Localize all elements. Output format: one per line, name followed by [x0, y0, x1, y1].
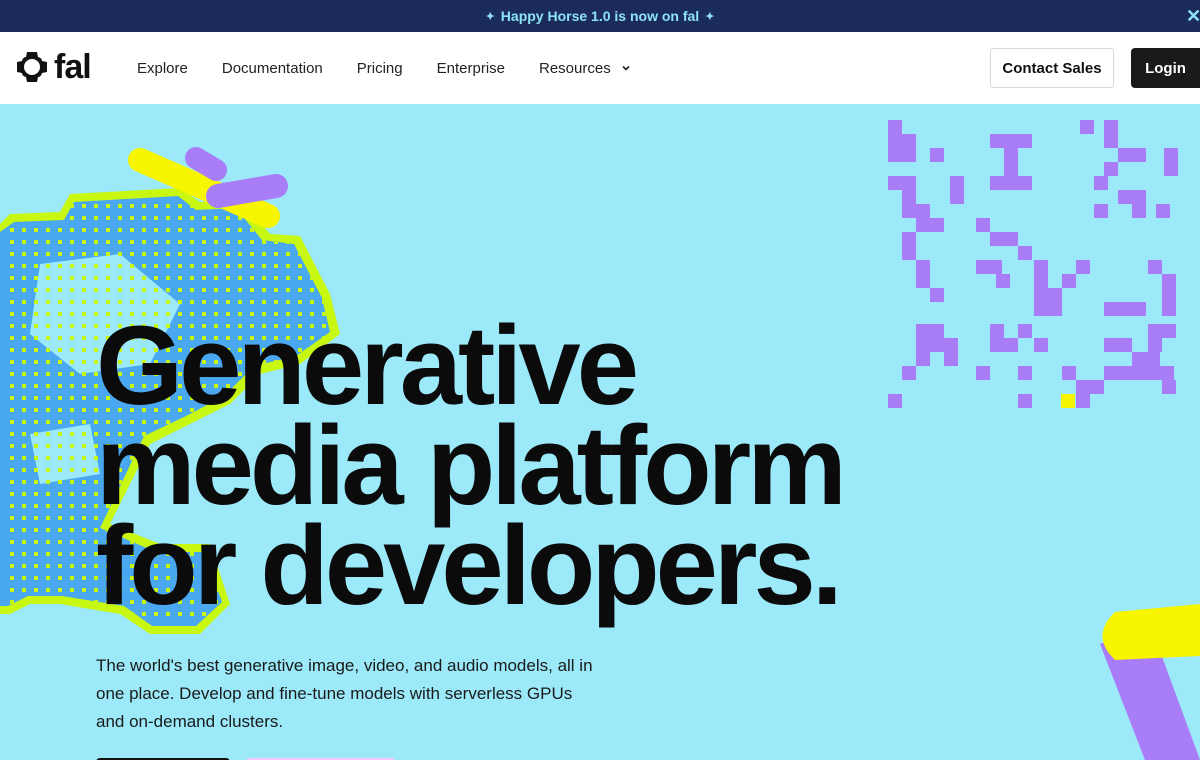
headline-line: Generative — [96, 303, 639, 428]
nav-item-pricing[interactable]: Pricing — [357, 60, 403, 77]
hero-section: Generative media platform for developers… — [0, 104, 1200, 760]
top-navigation: fal Explore Documentation Pricing Enterp… — [0, 32, 1200, 104]
nav-item-documentation[interactable]: Documentation — [222, 60, 323, 77]
banner-text[interactable]: Happy Horse 1.0 is now on fal — [501, 8, 699, 24]
purple-stroke-graphic — [206, 174, 288, 208]
logo-mark-icon — [17, 52, 47, 82]
nav-item-resources[interactable]: Resources — [539, 60, 631, 77]
chevron-down-icon — [622, 65, 630, 71]
fal-logo[interactable]: fal — [16, 48, 92, 86]
yellow-bar-graphic — [1102, 604, 1200, 660]
announcement-banner[interactable]: ✦ Happy Horse 1.0 is now on fal ✦ ✕ — [0, 0, 1200, 32]
headline-line: for developers. — [96, 503, 843, 628]
hero-subtext: The world's best generative image, video… — [96, 656, 593, 731]
sparkle-icon: ✦ — [705, 10, 715, 23]
purple-stroke-graphic — [185, 147, 227, 181]
logo-text: fal — [54, 48, 92, 86]
close-icon[interactable]: ✕ — [1186, 6, 1200, 26]
nav-item-explore[interactable]: Explore — [137, 60, 188, 77]
nav-item-resources-label: Resources — [539, 59, 611, 77]
main-menu: Explore Documentation Pricing Enterprise… — [137, 32, 665, 104]
hero-headline: Generative media platform for developers… — [96, 303, 847, 628]
sparkle-icon: ✦ — [485, 10, 495, 23]
login-button[interactable]: Login — [1131, 48, 1200, 88]
headline-line: media platform — [96, 403, 847, 528]
nav-item-enterprise[interactable]: Enterprise — [437, 60, 505, 77]
contact-sales-button[interactable]: Contact Sales — [990, 48, 1114, 88]
purple-pixel-grid-graphic — [888, 120, 1178, 408]
